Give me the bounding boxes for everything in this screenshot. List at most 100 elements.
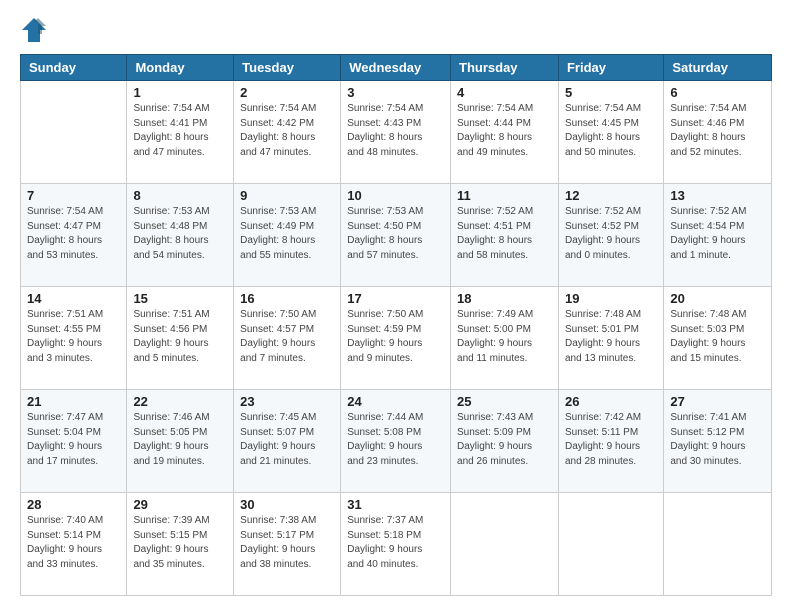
day-number: 28 (27, 497, 120, 512)
logo (20, 16, 52, 44)
day-info: Sunrise: 7:46 AM Sunset: 5:05 PM Dayligh… (133, 411, 227, 469)
calendar-cell: 9Sunrise: 7:53 AM Sunset: 4:49 PM Daylig… (234, 184, 341, 287)
calendar-week-row: 1 Sunrise: 7:54 AM Sunset: 4:41 PM Daylig… (21, 81, 772, 184)
calendar-week-row: 14 Sunrise: 7:51 AM Sunset: 4:55 PM Dayli… (21, 287, 772, 390)
day-number: 29 (133, 497, 227, 512)
calendar-cell: 12 Sunrise: 7:52 AM Sunset: 4:52 PM Dayli… (558, 184, 663, 287)
calendar-cell (21, 81, 127, 184)
calendar-cell: 28 Sunrise: 7:40 AM Sunset: 5:14 PM Dayli… (21, 493, 127, 596)
calendar-week-row: 7 Sunrise: 7:54 AM Sunset: 4:47 PM Daylig… (21, 184, 772, 287)
day-info: Sunrise: 7:40 AM Sunset: 5:14 PM Dayligh… (27, 514, 120, 572)
page: SundayMondayTuesdayWednesdayThursdayFrid… (0, 0, 792, 612)
calendar-cell: 27Sunrise: 7:41 AM Sunset: 5:12 PM Dayli… (664, 390, 772, 493)
calendar-cell: 16 Sunrise: 7:50 AM Sunset: 4:57 PM Dayli… (234, 287, 341, 390)
calendar-cell: 25 Sunrise: 7:43 AM Sunset: 5:09 PM Dayli… (451, 390, 559, 493)
day-number: 31 (347, 497, 444, 512)
day-number: 3 (347, 85, 444, 100)
day-info: Sunrise: 7:54 AM Sunset: 4:41 PM Dayligh… (133, 102, 227, 160)
day-info: Sunrise: 7:53 AM Sunset: 4:49 PM Dayligh… (240, 205, 334, 263)
day-number: 5 (565, 85, 657, 100)
calendar-cell: 1 Sunrise: 7:54 AM Sunset: 4:41 PM Daylig… (127, 81, 234, 184)
calendar-day-header: Thursday (451, 55, 559, 81)
day-number: 13 (670, 188, 765, 203)
day-info: Sunrise: 7:42 AM Sunset: 5:11 PM Dayligh… (565, 411, 657, 469)
logo-icon (20, 16, 48, 44)
day-info: Sunrise: 7:54 AM Sunset: 4:46 PM Dayligh… (670, 102, 765, 160)
day-info: Sunrise: 7:50 AM Sunset: 4:57 PM Dayligh… (240, 308, 334, 366)
day-info: Sunrise: 7:43 AM Sunset: 5:09 PM Dayligh… (457, 411, 552, 469)
day-info: Sunrise: 7:47 AM Sunset: 5:04 PM Dayligh… (27, 411, 120, 469)
day-info: Sunrise: 7:51 AM Sunset: 4:56 PM Dayligh… (133, 308, 227, 366)
day-info: Sunrise: 7:44 AM Sunset: 5:08 PM Dayligh… (347, 411, 444, 469)
day-number: 6 (670, 85, 765, 100)
day-number: 20 (670, 291, 765, 306)
day-number: 18 (457, 291, 552, 306)
day-info: Sunrise: 7:51 AM Sunset: 4:55 PM Dayligh… (27, 308, 120, 366)
calendar-cell: 24 Sunrise: 7:44 AM Sunset: 5:08 PM Dayli… (341, 390, 451, 493)
day-number: 1 (133, 85, 227, 100)
calendar-day-header: Tuesday (234, 55, 341, 81)
day-number: 12 (565, 188, 657, 203)
calendar-day-header: Saturday (664, 55, 772, 81)
calendar-cell: 20Sunrise: 7:48 AM Sunset: 5:03 PM Dayli… (664, 287, 772, 390)
day-info: Sunrise: 7:54 AM Sunset: 4:44 PM Dayligh… (457, 102, 552, 160)
day-info: Sunrise: 7:49 AM Sunset: 5:00 PM Dayligh… (457, 308, 552, 366)
calendar-cell: 14 Sunrise: 7:51 AM Sunset: 4:55 PM Dayli… (21, 287, 127, 390)
day-number: 24 (347, 394, 444, 409)
day-info: Sunrise: 7:54 AM Sunset: 4:45 PM Dayligh… (565, 102, 657, 160)
calendar-cell (558, 493, 663, 596)
day-number: 30 (240, 497, 334, 512)
calendar-cell: 15Sunrise: 7:51 AM Sunset: 4:56 PM Dayli… (127, 287, 234, 390)
calendar: SundayMondayTuesdayWednesdayThursdayFrid… (20, 54, 772, 596)
day-info: Sunrise: 7:52 AM Sunset: 4:52 PM Dayligh… (565, 205, 657, 263)
day-number: 19 (565, 291, 657, 306)
day-info: Sunrise: 7:53 AM Sunset: 4:48 PM Dayligh… (133, 205, 227, 263)
calendar-week-row: 28 Sunrise: 7:40 AM Sunset: 5:14 PM Dayli… (21, 493, 772, 596)
calendar-cell: 11Sunrise: 7:52 AM Sunset: 4:51 PM Dayli… (451, 184, 559, 287)
day-number: 10 (347, 188, 444, 203)
day-number: 22 (133, 394, 227, 409)
calendar-cell: 30Sunrise: 7:38 AM Sunset: 5:17 PM Dayli… (234, 493, 341, 596)
calendar-day-header: Friday (558, 55, 663, 81)
day-number: 14 (27, 291, 120, 306)
day-number: 7 (27, 188, 120, 203)
day-number: 17 (347, 291, 444, 306)
calendar-cell: 29 Sunrise: 7:39 AM Sunset: 5:15 PM Dayli… (127, 493, 234, 596)
day-number: 8 (133, 188, 227, 203)
day-info: Sunrise: 7:50 AM Sunset: 4:59 PM Dayligh… (347, 308, 444, 366)
calendar-cell: 3 Sunrise: 7:54 AM Sunset: 4:43 PM Daylig… (341, 81, 451, 184)
calendar-cell (664, 493, 772, 596)
calendar-week-row: 21 Sunrise: 7:47 AM Sunset: 5:04 PM Dayli… (21, 390, 772, 493)
day-info: Sunrise: 7:48 AM Sunset: 5:01 PM Dayligh… (565, 308, 657, 366)
day-number: 23 (240, 394, 334, 409)
day-info: Sunrise: 7:54 AM Sunset: 4:47 PM Dayligh… (27, 205, 120, 263)
calendar-cell: 22 Sunrise: 7:46 AM Sunset: 5:05 PM Dayli… (127, 390, 234, 493)
day-number: 25 (457, 394, 552, 409)
calendar-cell: 23 Sunrise: 7:45 AM Sunset: 5:07 PM Dayli… (234, 390, 341, 493)
calendar-cell: 21 Sunrise: 7:47 AM Sunset: 5:04 PM Dayli… (21, 390, 127, 493)
calendar-cell: 5 Sunrise: 7:54 AM Sunset: 4:45 PM Daylig… (558, 81, 663, 184)
calendar-day-header: Monday (127, 55, 234, 81)
calendar-day-header: Wednesday (341, 55, 451, 81)
day-info: Sunrise: 7:54 AM Sunset: 4:43 PM Dayligh… (347, 102, 444, 160)
day-info: Sunrise: 7:52 AM Sunset: 4:51 PM Dayligh… (457, 205, 552, 263)
day-info: Sunrise: 7:39 AM Sunset: 5:15 PM Dayligh… (133, 514, 227, 572)
calendar-cell: 18 Sunrise: 7:49 AM Sunset: 5:00 PM Dayli… (451, 287, 559, 390)
day-number: 16 (240, 291, 334, 306)
day-number: 26 (565, 394, 657, 409)
calendar-cell: 10Sunrise: 7:53 AM Sunset: 4:50 PM Dayli… (341, 184, 451, 287)
calendar-cell: 17 Sunrise: 7:50 AM Sunset: 4:59 PM Dayli… (341, 287, 451, 390)
day-info: Sunrise: 7:41 AM Sunset: 5:12 PM Dayligh… (670, 411, 765, 469)
day-info: Sunrise: 7:52 AM Sunset: 4:54 PM Dayligh… (670, 205, 765, 263)
day-info: Sunrise: 7:54 AM Sunset: 4:42 PM Dayligh… (240, 102, 334, 160)
calendar-header-row: SundayMondayTuesdayWednesdayThursdayFrid… (21, 55, 772, 81)
calendar-cell: 7 Sunrise: 7:54 AM Sunset: 4:47 PM Daylig… (21, 184, 127, 287)
calendar-cell (451, 493, 559, 596)
header (20, 16, 772, 44)
calendar-cell: 8 Sunrise: 7:53 AM Sunset: 4:48 PM Daylig… (127, 184, 234, 287)
day-number: 2 (240, 85, 334, 100)
day-info: Sunrise: 7:45 AM Sunset: 5:07 PM Dayligh… (240, 411, 334, 469)
day-number: 21 (27, 394, 120, 409)
calendar-cell: 13 Sunrise: 7:52 AM Sunset: 4:54 PM Dayli… (664, 184, 772, 287)
calendar-cell: 26 Sunrise: 7:42 AM Sunset: 5:11 PM Dayli… (558, 390, 663, 493)
